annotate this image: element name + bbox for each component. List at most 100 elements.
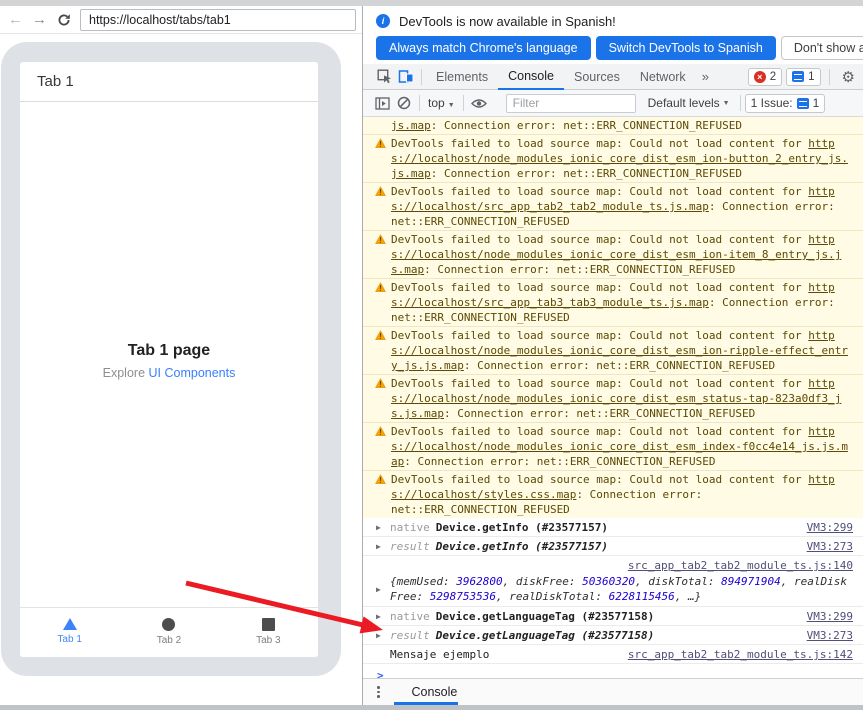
console-warning: !DevTools failed to load source map: Cou…: [363, 134, 863, 182]
error-count-badge[interactable]: ×2: [748, 68, 782, 86]
live-expression-eye-icon[interactable]: [468, 92, 490, 114]
separator: [463, 95, 464, 111]
language-banner-buttons: Always match Chrome's language Switch De…: [363, 36, 863, 64]
console-log-row: ▶nativeDevice.getLanguageTag (#23577158)…: [363, 607, 863, 626]
app-header-title: Tab 1: [20, 73, 74, 90]
warning-icon: !: [375, 234, 386, 244]
tab-label: Tab 1: [57, 634, 81, 645]
warning-icon: !: [375, 330, 386, 340]
error-icon: ×: [754, 71, 766, 83]
switch-to-spanish-button[interactable]: Switch DevTools to Spanish: [596, 36, 776, 60]
clear-console-icon[interactable]: [393, 92, 415, 114]
message-count-badge[interactable]: 1: [786, 68, 820, 86]
tab-3-button[interactable]: Tab 3: [219, 608, 318, 657]
expand-triangle-icon[interactable]: ▶: [376, 520, 384, 535]
square-icon: [262, 618, 275, 631]
tab-label: Tab 3: [256, 635, 280, 646]
console-log-row: ▶resultDevice.getLanguageTag (#23577158)…: [363, 626, 863, 645]
app-content: Tab 1 page Explore UI Components: [20, 342, 318, 380]
warning-icon: !: [375, 138, 386, 148]
reload-icon[interactable]: [56, 12, 72, 28]
separator: [421, 69, 422, 85]
source-link[interactable]: VM3:273: [797, 539, 853, 554]
log-levels-selector[interactable]: Default levels▼: [648, 96, 730, 110]
console-warning: !DevTools failed to load source map: Cou…: [363, 470, 863, 518]
message-bubble-icon: [792, 71, 804, 82]
log-text: Mensaje ejemplo: [390, 647, 489, 662]
url-input[interactable]: https://localhost/tabs/tab1: [80, 9, 356, 31]
issue-bubble-icon: [797, 98, 809, 109]
source-link[interactable]: VM3:299: [797, 520, 853, 535]
source-link[interactable]: VM3:299: [797, 609, 853, 624]
tab-1-button[interactable]: Tab 1: [20, 608, 119, 657]
back-icon[interactable]: ←: [8, 12, 23, 27]
separator: [740, 95, 741, 111]
app-tabbar: Tab 1 Tab 2 Tab 3: [20, 607, 318, 657]
console-warning: !DevTools failed to load source map: Cou…: [363, 230, 863, 278]
infobar-text: DevTools is now available in Spanish!: [399, 14, 616, 29]
more-tabs-icon[interactable]: »: [696, 69, 715, 84]
console-warning: !DevTools failed to load source map: Cou…: [363, 278, 863, 326]
browser-pane: ← → https://localhost/tabs/tab1 Tab 1 Ta…: [0, 6, 362, 705]
object-preview: {memUsed: 3962800, diskFree: 50360320, d…: [390, 574, 853, 604]
expand-triangle-icon[interactable]: ▶: [376, 539, 384, 554]
separator: [419, 95, 420, 111]
source-map-link[interactable]: js.map: [391, 119, 431, 132]
console-log-row: ▶nativeDevice.getInfo (#23577157)VM3:299: [363, 518, 863, 537]
expand-triangle-icon[interactable]: ▶: [376, 628, 384, 643]
context-selector[interactable]: top▼: [428, 96, 455, 110]
inspect-element-icon[interactable]: [373, 66, 395, 88]
separator: [829, 69, 830, 85]
issues-badge[interactable]: 1 Issue:1: [745, 94, 826, 113]
info-icon: i: [376, 14, 390, 28]
filter-input[interactable]: [506, 94, 636, 113]
tab-2-button[interactable]: Tab 2: [119, 608, 218, 657]
console-warning: !DevTools failed to load source map: Cou…: [363, 374, 863, 422]
browser-toolbar: ← → https://localhost/tabs/tab1: [0, 6, 362, 34]
console-message-row: ▶Mensaje ejemplosrc_app_tab2_tab2_module…: [363, 645, 863, 664]
device-toolbar-icon[interactable]: [395, 66, 417, 88]
console-warning: !DevTools failed to load source map: Cou…: [363, 422, 863, 470]
tab-console[interactable]: Console: [498, 64, 564, 90]
warning-icon: !: [375, 282, 386, 292]
devtools-panel: i DevTools is now available in Spanish! …: [362, 6, 863, 705]
expand-triangle-icon[interactable]: ▶: [376, 609, 384, 624]
devtools-infobar: i DevTools is now available in Spanish!: [363, 6, 863, 36]
console-log-row: ▶resultDevice.getInfo (#23577157)VM3:273: [363, 537, 863, 556]
chevron-down-icon: ▼: [723, 100, 730, 107]
chevron-down-icon: ▼: [448, 102, 455, 109]
device-screen: Tab 1 Tab 1 page Explore UI Components T…: [20, 62, 318, 657]
tab-elements[interactable]: Elements: [426, 64, 498, 90]
forward-icon[interactable]: →: [32, 12, 47, 27]
device-frame: Tab 1 Tab 1 page Explore UI Components T…: [1, 42, 341, 676]
drawer-toolbar: Console: [363, 678, 863, 705]
console-warning-partial: js.map: Connection error: net::ERR_CONNE…: [363, 117, 863, 134]
warning-icon: !: [375, 426, 386, 436]
warning-icon: !: [375, 474, 386, 484]
circle-icon: [162, 618, 175, 631]
expand-triangle-icon[interactable]: ▶: [376, 582, 384, 597]
match-language-button[interactable]: Always match Chrome's language: [376, 36, 591, 60]
explore-label: Explore: [103, 366, 149, 380]
app-header: Tab 1: [20, 62, 318, 102]
tab-label: Tab 2: [157, 635, 181, 646]
tab-network[interactable]: Network: [630, 64, 696, 90]
triangle-icon: [63, 618, 77, 630]
ui-components-link[interactable]: UI Components: [149, 366, 236, 380]
console-warning: !DevTools failed to load source map: Cou…: [363, 326, 863, 374]
settings-gear-icon[interactable]: ⚙: [842, 68, 855, 86]
devtools-tabbar: Elements Console Sources Network » ×2 1 …: [363, 64, 863, 90]
console-warning: !DevTools failed to load source map: Cou…: [363, 182, 863, 230]
source-link[interactable]: src_app_tab2_tab2_module_ts.js:140: [618, 559, 853, 572]
warning-icon: !: [375, 186, 386, 196]
console-object-row: src_app_tab2_tab2_module_ts.js:140 ▶ {mem…: [363, 556, 863, 607]
dont-show-again-button[interactable]: Don't show again: [781, 36, 863, 60]
console-sidebar-icon[interactable]: [371, 92, 393, 114]
window-bottom-edge: [0, 705, 863, 710]
kebab-menu-icon[interactable]: [377, 686, 380, 698]
warning-icon: !: [375, 378, 386, 388]
source-link[interactable]: VM3:273: [797, 628, 853, 643]
tab-sources[interactable]: Sources: [564, 64, 630, 90]
console-toolbar: top▼ Default levels▼ 1 Issue:1: [363, 90, 863, 117]
source-link[interactable]: src_app_tab2_tab2_module_ts.js:142: [618, 647, 853, 662]
